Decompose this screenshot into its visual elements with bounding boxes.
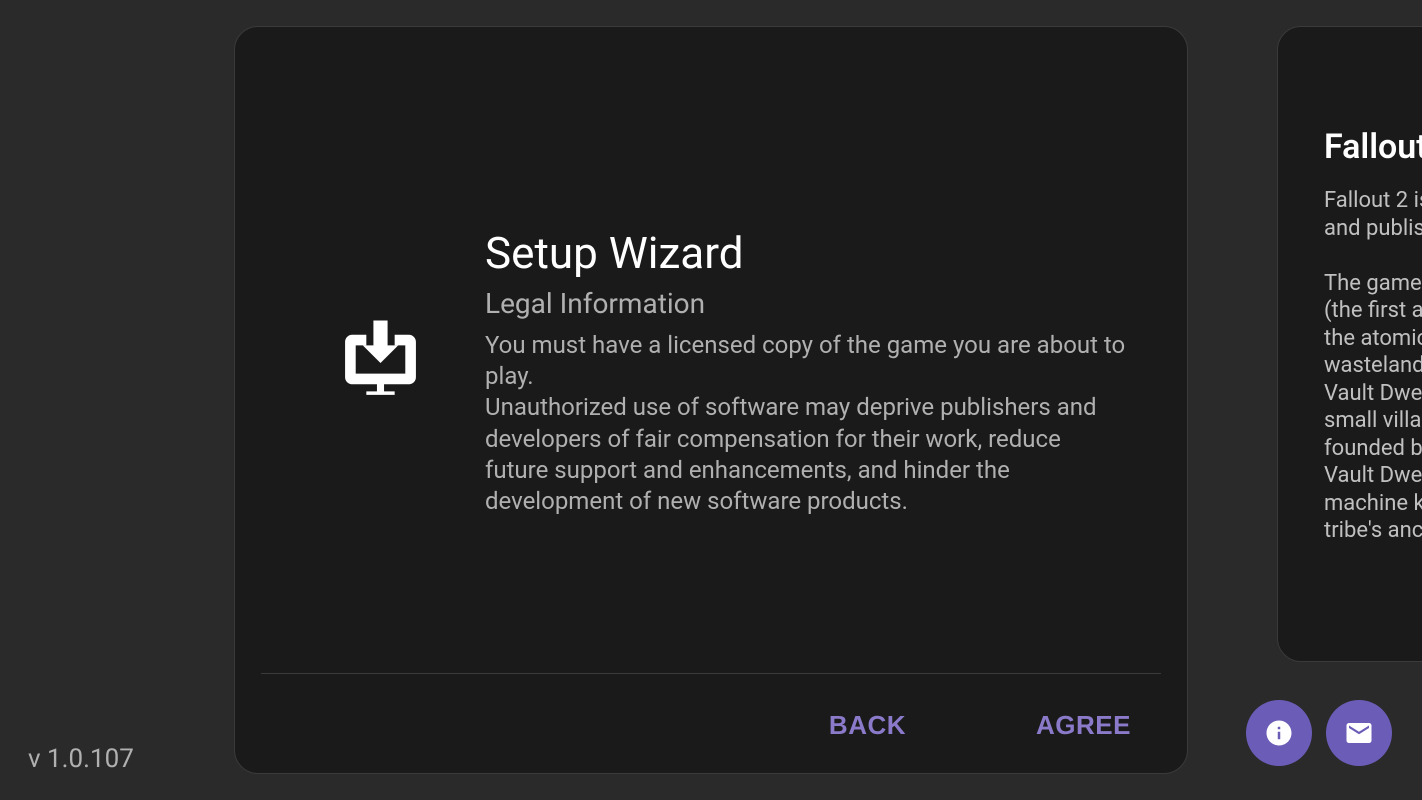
game-info-title: Fallout 2 bbox=[1324, 127, 1422, 167]
install-icon-wrapper bbox=[295, 317, 465, 402]
wizard-button-row: BACK AGREE bbox=[261, 673, 1161, 773]
info-icon bbox=[1264, 718, 1294, 748]
fab-row bbox=[1246, 700, 1392, 766]
info-button[interactable] bbox=[1246, 700, 1312, 766]
wizard-body-2: Unauthorized use of software may deprive… bbox=[485, 392, 1127, 517]
wizard-content: Setup Wizard Legal Information You must … bbox=[235, 27, 1187, 673]
wizard-text: Setup Wizard Legal Information You must … bbox=[465, 227, 1127, 517]
game-info-body: Fallout 2 is and publish The game's (the… bbox=[1324, 187, 1422, 545]
wizard-title: Setup Wizard bbox=[485, 227, 1127, 279]
back-button[interactable]: BACK bbox=[809, 702, 926, 749]
agree-button[interactable]: AGREE bbox=[1016, 702, 1151, 749]
mail-button[interactable] bbox=[1326, 700, 1392, 766]
mail-icon bbox=[1344, 718, 1374, 748]
wizard-subtitle: Legal Information bbox=[485, 287, 1127, 320]
wizard-body-1: You must have a licensed copy of the gam… bbox=[485, 330, 1127, 392]
install-to-desktop-icon bbox=[333, 317, 428, 402]
version-label: v 1.0.107 bbox=[28, 744, 134, 774]
setup-wizard-card: Setup Wizard Legal Information You must … bbox=[234, 26, 1188, 774]
game-info-card[interactable]: Fallout 2 Fallout 2 is and publish The g… bbox=[1277, 26, 1422, 662]
